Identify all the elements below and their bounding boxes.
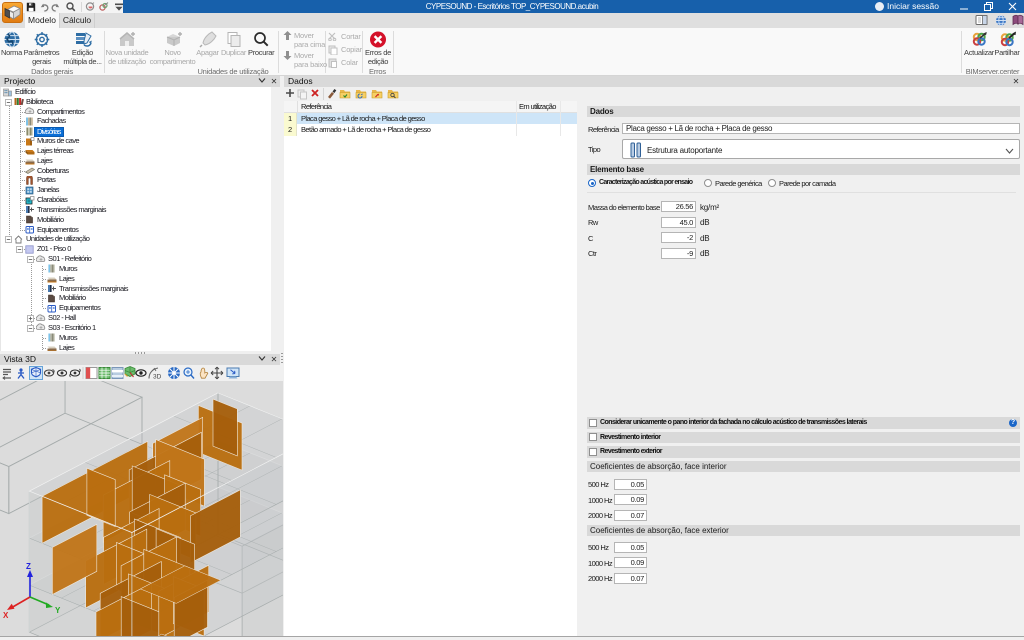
svg-text:Z: Z [26,562,31,571]
svg-text:Y: Y [55,606,61,615]
svg-text:3D: 3D [153,374,162,381]
svg-text:X: X [3,611,9,620]
